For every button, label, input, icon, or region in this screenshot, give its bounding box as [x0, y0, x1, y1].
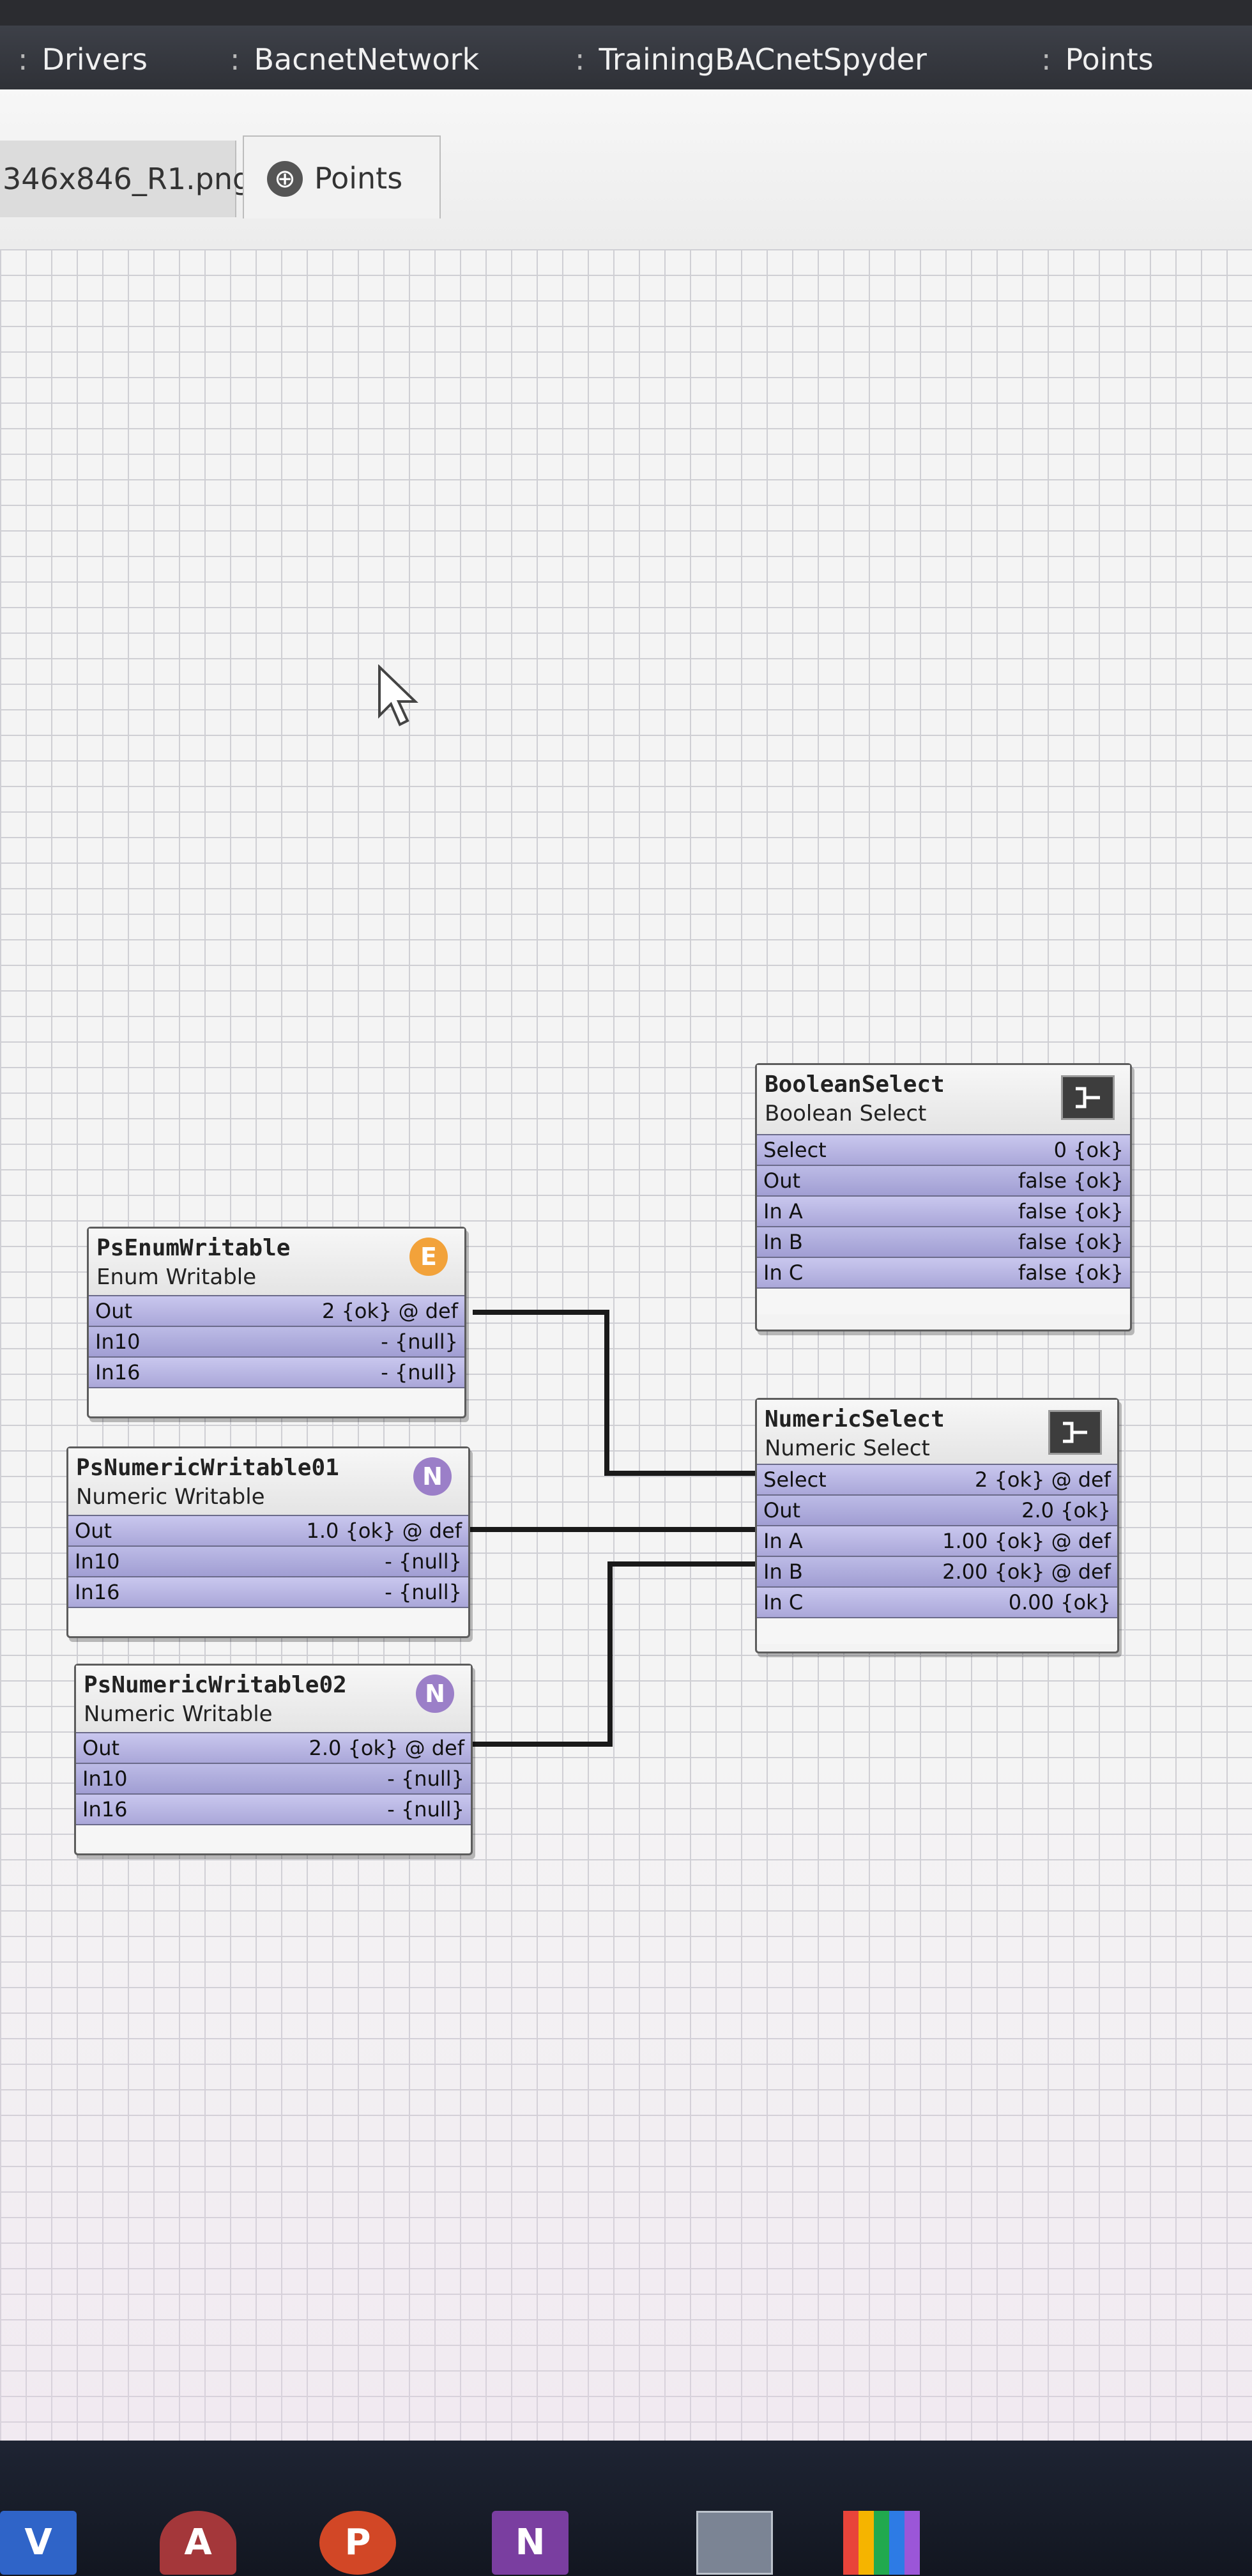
taskbar: V A P N	[0, 2441, 1252, 2576]
powerpoint-icon[interactable]: P	[319, 2511, 396, 2575]
breadcrumb-item-bacnetnetwork[interactable]: : BacnetNetwork	[230, 42, 479, 77]
select-icon	[1048, 1410, 1102, 1455]
numeric-badge-icon: N	[413, 1457, 452, 1496]
slot-in-a[interactable]: In Afalse {ok}	[757, 1195, 1130, 1226]
numeric-badge-icon: N	[416, 1675, 454, 1713]
breadcrumb-separator: :	[230, 42, 240, 77]
tab-points[interactable]: ⊕ Points	[243, 135, 441, 218]
slot-in16[interactable]: In16- {null}	[89, 1356, 464, 1387]
slot-in16[interactable]: In16- {null}	[76, 1793, 471, 1824]
breadcrumb-separator: :	[18, 42, 28, 77]
breadcrumb-separator: :	[575, 42, 585, 77]
enum-badge-icon: E	[409, 1238, 448, 1276]
block-type: Numeric Writable	[84, 1701, 273, 1727]
color-app-icon[interactable]	[843, 2511, 920, 2575]
block-name: PsNumericWritable01	[76, 1455, 339, 1481]
select-icon	[1061, 1075, 1115, 1120]
window-thumbnail-icon[interactable]	[696, 2511, 773, 2575]
slot-select[interactable]: Select 0 {ok}	[757, 1134, 1130, 1165]
tab-image-file[interactable]: 346x846_R1.png	[0, 141, 251, 217]
points-globe-icon: ⊕	[267, 161, 303, 197]
slot-in-b[interactable]: In Bfalse {ok}	[757, 1226, 1130, 1257]
block-type: Enum Writable	[96, 1264, 257, 1290]
slot-in16[interactable]: In16- {null}	[68, 1576, 468, 1607]
slot-out[interactable]: Out 2.0 {ok}	[757, 1494, 1117, 1525]
slot-select[interactable]: Select 2 {ok} @ def	[757, 1464, 1117, 1494]
slot-out[interactable]: Out 2 {ok} @ def	[89, 1295, 464, 1326]
block-type: Numeric Writable	[76, 1484, 265, 1510]
slot-in-a[interactable]: In A 1.00 {ok} @ def	[757, 1525, 1117, 1556]
slot-in-c[interactable]: In Cfalse {ok}	[757, 1257, 1130, 1287]
mouse-cursor-icon	[378, 664, 418, 726]
block-name: PsNumericWritable02	[84, 1672, 347, 1698]
block-type: Boolean Select	[765, 1101, 927, 1126]
slot-in10[interactable]: In10- {null}	[89, 1326, 464, 1356]
slot-in10[interactable]: In10- {null}	[76, 1763, 471, 1793]
breadcrumb-separator: :	[1041, 42, 1051, 77]
breadcrumb-item-drivers[interactable]: : Drivers	[18, 42, 148, 77]
ps-numeric-writable-01-block[interactable]: PsNumericWritable01 Numeric Writable N O…	[66, 1446, 470, 1638]
block-name: PsEnumWritable	[96, 1235, 291, 1261]
block-type: Numeric Select	[765, 1436, 930, 1461]
monitor-bezel	[0, 0, 1252, 26]
ps-enum-writable-block[interactable]: PsEnumWritable Enum Writable E Out 2 {ok}…	[87, 1227, 466, 1418]
slot-out[interactable]: Out 2.0 {ok} @ def	[76, 1732, 471, 1763]
slot-out[interactable]: Out 1.0 {ok} @ def	[68, 1515, 468, 1545]
onenote-icon[interactable]: N	[492, 2511, 569, 2575]
block-name: BooleanSelect	[765, 1071, 945, 1098]
slot-in-c[interactable]: In C 0.00 {ok}	[757, 1586, 1117, 1617]
breadcrumb-item-trainingbacnetspyder[interactable]: : TrainingBACnetSpyder	[575, 42, 927, 77]
visio-icon[interactable]: V	[0, 2511, 77, 2575]
access-icon[interactable]: A	[160, 2511, 236, 2575]
breadcrumb: : Drivers : BacnetNetwork : TrainingBACnetS…	[0, 26, 1252, 89]
slot-in10[interactable]: In10- {null}	[68, 1545, 468, 1576]
boolean-select-block[interactable]: BooleanSelect Boolean Select Select 0 {ok…	[755, 1063, 1132, 1331]
slot-in-b[interactable]: In B 2.00 {ok} @ def	[757, 1556, 1117, 1586]
block-name: NumericSelect	[765, 1406, 945, 1432]
numeric-select-block[interactable]: NumericSelect Numeric Select Select 2 {ok…	[755, 1398, 1119, 1653]
breadcrumb-item-points[interactable]: : Points	[1041, 42, 1154, 77]
tab-bar: 346x846_R1.png ⊕ Points	[0, 89, 1252, 250]
slot-out[interactable]: Out false {ok}	[757, 1165, 1130, 1195]
ps-numeric-writable-02-block[interactable]: PsNumericWritable02 Numeric Writable N O…	[74, 1664, 473, 1855]
